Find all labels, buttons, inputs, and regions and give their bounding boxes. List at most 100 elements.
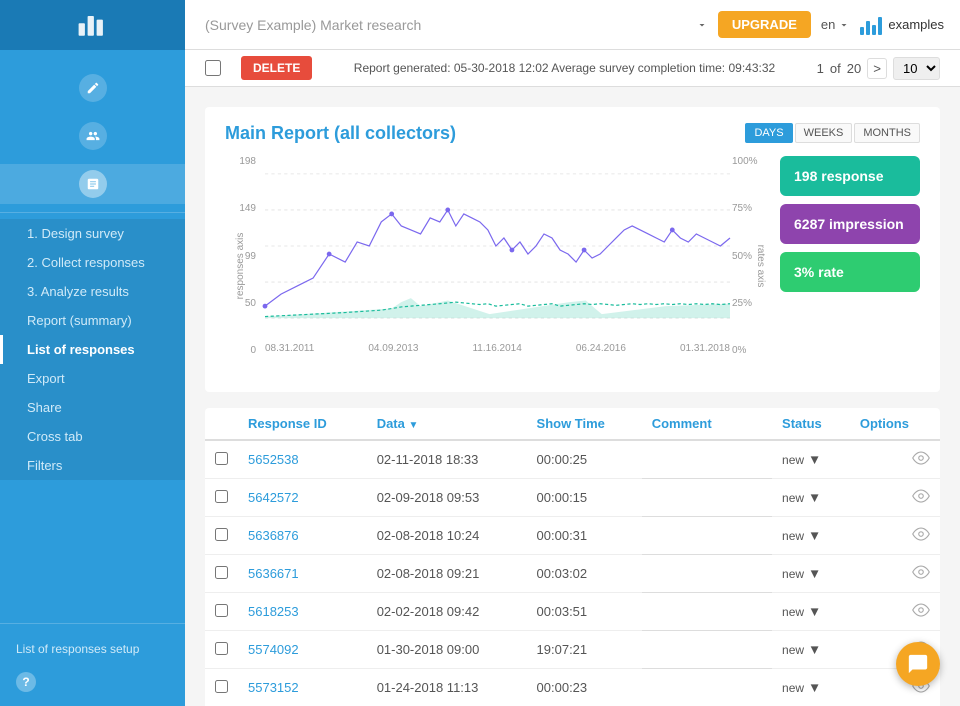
sidebar-item-design-survey[interactable]: 1. Design survey: [0, 219, 185, 248]
topbar: (Survey Example) Market research UPGRADE…: [185, 0, 960, 50]
chat-bubble-button[interactable]: [896, 642, 940, 686]
status-dropdown-5573152[interactable]: ▼: [808, 680, 821, 695]
row-status-5652538: new ▼: [772, 440, 850, 479]
status-dropdown-5642572[interactable]: ▼: [808, 490, 821, 505]
row-response-id-5573152: 5573152: [238, 669, 367, 706]
language-selector[interactable]: en: [821, 17, 850, 32]
row-checkbox-5636876[interactable]: [215, 528, 228, 541]
table-row: 5642572 02-09-2018 09:53 00:00:15 new ▼: [205, 479, 940, 517]
analyze-icon: [79, 170, 107, 198]
row-response-id-5652538: 5652538: [238, 440, 367, 479]
sidebar-item-cross-tab[interactable]: Cross tab: [0, 422, 185, 451]
sidebar-item-share[interactable]: Share: [0, 393, 185, 422]
row-checkbox-cell: [205, 479, 238, 517]
response-id-link-5574092[interactable]: 5574092: [248, 642, 299, 657]
row-options-5652538: [850, 440, 940, 479]
col-header-show-time[interactable]: Show Time: [527, 408, 642, 440]
sidebar-item-collect-responses[interactable]: 2. Collect responses: [0, 248, 185, 277]
report-header: Main Report (all collectors) DAYS WEEKS …: [225, 123, 920, 144]
upgrade-button[interactable]: UPGRADE: [718, 11, 811, 38]
response-id-link-5642572[interactable]: 5642572: [248, 490, 299, 505]
row-data-5636876: 02-08-2018 10:24: [367, 517, 527, 555]
eye-icon-5636671[interactable]: [912, 568, 930, 584]
row-status-5636876: new ▼: [772, 517, 850, 555]
row-response-id-5642572: 5642572: [238, 479, 367, 517]
time-btn-months[interactable]: MONTHS: [854, 123, 920, 143]
col-header-options: Options: [850, 408, 940, 440]
list-responses-setup-link[interactable]: List of responses setup: [0, 634, 185, 664]
row-checkbox-5574092[interactable]: [215, 642, 228, 655]
row-show-time-5574092: 19:07:21: [527, 631, 642, 669]
response-id-link-5636876[interactable]: 5636876: [248, 528, 299, 543]
response-table-container: Response ID Data ▼ Show Time Comment: [205, 408, 940, 706]
nav-icon-collect[interactable]: [0, 116, 185, 156]
row-comment-5636876: [642, 517, 772, 555]
col-header-comment[interactable]: Comment: [642, 408, 772, 440]
nav-icon-design[interactable]: [0, 68, 185, 108]
page-current: 1: [817, 61, 824, 76]
eye-icon-5636876[interactable]: [912, 530, 930, 546]
eye-icon-5642572[interactable]: [912, 492, 930, 508]
status-dropdown-5652538[interactable]: ▼: [808, 452, 821, 467]
row-checkbox-5618253[interactable]: [215, 604, 228, 617]
status-badge-5636671: new ▼: [782, 566, 821, 581]
stat-card-responses: 198 response: [780, 156, 920, 196]
status-dropdown-5636671[interactable]: ▼: [808, 566, 821, 581]
page-navigation: 1 of 20 > 10 20 50: [817, 57, 940, 80]
app-logo: [0, 0, 185, 50]
row-data-5642572: 02-09-2018 09:53: [367, 479, 527, 517]
survey-dropdown-button[interactable]: [696, 19, 708, 31]
row-comment-5642572: [642, 479, 772, 517]
row-data-5652538: 02-11-2018 18:33: [367, 440, 527, 479]
row-comment-5636671: [642, 555, 772, 593]
table-header-row: Response ID Data ▼ Show Time Comment: [205, 408, 940, 440]
col-header-data[interactable]: Data ▼: [367, 408, 527, 440]
status-dropdown-5574092[interactable]: ▼: [808, 642, 821, 657]
y-axis-left: 198 149 99 50 0: [225, 156, 260, 356]
sidebar-item-analyze-results[interactable]: 3. Analyze results: [0, 277, 185, 306]
nav-icon-analyze[interactable]: [0, 164, 185, 204]
response-id-link-5652538[interactable]: 5652538: [248, 452, 299, 467]
sidebar-item-report-summary[interactable]: Report (summary): [0, 306, 185, 335]
col-header-response-id[interactable]: Response ID: [238, 408, 367, 440]
row-checkbox-5636671[interactable]: [215, 566, 228, 579]
report-section: Main Report (all collectors) DAYS WEEKS …: [205, 107, 940, 392]
chart-time-controls: DAYS WEEKS MONTHS: [745, 123, 920, 143]
row-comment-5573152: [642, 669, 772, 706]
toolbar: DELETE Report generated: 05-30-2018 12:0…: [185, 50, 960, 87]
help-link[interactable]: ?: [0, 664, 185, 700]
row-checkbox-5652538[interactable]: [215, 452, 228, 465]
time-btn-weeks[interactable]: WEEKS: [795, 123, 853, 143]
row-checkbox-5573152[interactable]: [215, 680, 228, 693]
status-dropdown-5618253[interactable]: ▼: [808, 604, 821, 619]
stat-card-impressions: 6287 impression: [780, 204, 920, 244]
response-id-link-5618253[interactable]: 5618253: [248, 604, 299, 619]
row-checkbox-5642572[interactable]: [215, 490, 228, 503]
table-row: 5573152 01-24-2018 11:13 00:00:23 new ▼: [205, 669, 940, 706]
row-options-5642572: [850, 479, 940, 517]
row-status-5642572: new ▼: [772, 479, 850, 517]
delete-button[interactable]: DELETE: [241, 56, 312, 80]
sidebar-item-filters[interactable]: Filters: [0, 451, 185, 480]
eye-icon-5652538[interactable]: [912, 454, 930, 470]
status-dropdown-5636876[interactable]: ▼: [808, 528, 821, 543]
response-id-link-5573152[interactable]: 5573152: [248, 680, 299, 695]
select-all-checkbox[interactable]: [205, 60, 221, 76]
sidebar-item-list-responses[interactable]: List of responses: [0, 335, 185, 364]
per-page-select[interactable]: 10 20 50: [893, 57, 940, 80]
row-checkbox-cell: [205, 593, 238, 631]
sidebar-item-export[interactable]: Export: [0, 364, 185, 393]
row-checkbox-cell: [205, 517, 238, 555]
next-page-button[interactable]: >: [867, 58, 887, 79]
time-btn-days[interactable]: DAYS: [745, 123, 792, 143]
row-data-5574092: 01-30-2018 09:00: [367, 631, 527, 669]
response-id-link-5636671[interactable]: 5636671: [248, 566, 299, 581]
eye-icon-5618253[interactable]: [912, 606, 930, 622]
x-axis-labels: 08.31.2011 04.09.2013 11.16.2014 06.24.2…: [265, 339, 730, 354]
col-header-status[interactable]: Status: [772, 408, 850, 440]
status-badge-5573152: new ▼: [782, 680, 821, 695]
sidebar: 1. Design survey 2. Collect responses 3.…: [0, 0, 185, 706]
sidebar-bottom: List of responses setup ?: [0, 623, 185, 706]
collect-icon: [79, 122, 107, 150]
row-checkbox-cell: [205, 440, 238, 479]
